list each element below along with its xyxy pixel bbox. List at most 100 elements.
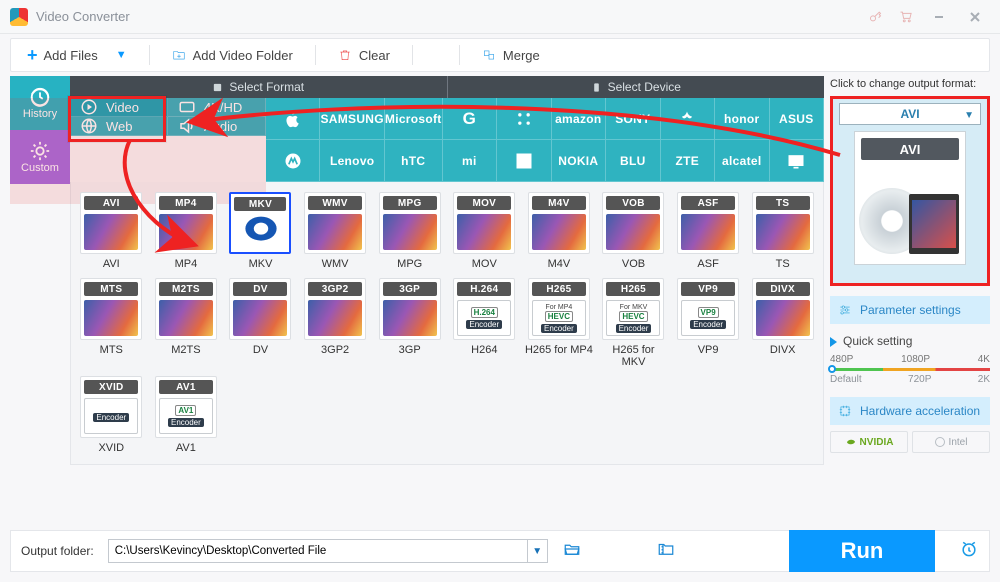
format-label: VOB xyxy=(622,258,645,270)
format-label: M2TS xyxy=(171,344,200,356)
brand-lenovo[interactable]: Lenovo xyxy=(320,140,384,182)
hardware-accel-label: Hardware acceleration xyxy=(860,404,980,418)
format-m2ts[interactable]: M2TSM2TS xyxy=(150,276,223,370)
key-icon[interactable] xyxy=(862,4,888,30)
format-label: MP4 xyxy=(175,258,198,270)
format-vp9[interactable]: VP9VP9EncoderVP9 xyxy=(672,276,745,370)
tab-format-label: Select Format xyxy=(229,80,304,94)
brand-alcatel[interactable]: alcatel xyxy=(715,140,769,182)
format-asf[interactable]: ASFASF xyxy=(672,190,745,272)
format-mpg[interactable]: MPGMPG xyxy=(373,190,446,272)
output-folder-field[interactable]: ▼ xyxy=(108,539,548,563)
format-label: MTS xyxy=(100,344,123,356)
run-label: Run xyxy=(841,538,884,564)
brand-samsung[interactable]: SAMSUNG xyxy=(320,98,384,140)
output-folder-label: Output folder: xyxy=(21,544,94,558)
add-folder-label: Add Video Folder xyxy=(193,48,293,63)
category-audio[interactable]: Audio xyxy=(168,117,266,136)
add-folder-button[interactable]: Add Video Folder xyxy=(156,39,309,71)
history-label: History xyxy=(23,108,57,120)
format-vob[interactable]: VOBVOB xyxy=(597,190,670,272)
brand-apple[interactable] xyxy=(266,98,320,140)
qs-tick: 1080P xyxy=(901,354,930,365)
intel-label: Intel xyxy=(949,437,968,448)
run-button[interactable]: Run xyxy=(789,530,935,572)
tab-select-device[interactable]: Select Device xyxy=(448,76,825,98)
add-files-button[interactable]: +Add Files ▼ xyxy=(11,39,143,71)
brand-zte[interactable]: ZTE xyxy=(661,140,715,182)
tab-select-format[interactable]: Select Format xyxy=(70,76,448,98)
format-mkv[interactable]: MKVMATROSKAMKV xyxy=(224,190,297,272)
cart-icon[interactable] xyxy=(892,4,918,30)
format-mp4[interactable]: MP4MP4 xyxy=(150,190,223,272)
format-label: MKV xyxy=(249,258,273,270)
format-label: VP9 xyxy=(698,344,719,356)
format-divx[interactable]: DIVXDIVX xyxy=(746,276,819,370)
custom-button[interactable]: Custom xyxy=(10,130,70,184)
format-3gp2[interactable]: 3GP23GP2 xyxy=(299,276,372,370)
brand-asus[interactable]: ASUS xyxy=(770,98,824,140)
main-toolbar: +Add Files ▼ Add Video Folder Clear Merg… xyxy=(10,38,990,72)
format-3gp[interactable]: 3GP3GP xyxy=(373,276,446,370)
slider-handle[interactable] xyxy=(828,365,836,373)
format-wmv[interactable]: WMVWMV xyxy=(299,190,372,272)
format-mts[interactable]: MTSMTS xyxy=(75,276,148,370)
brand-huawei[interactable] xyxy=(661,98,715,140)
brand-moto[interactable] xyxy=(266,140,320,182)
qs-tick: 480P xyxy=(830,354,853,365)
format-h264[interactable]: H.264H.264EncoderH264 xyxy=(448,276,521,370)
category-4k-hd[interactable]: 4K/HD xyxy=(168,98,266,117)
brand-microsoft[interactable]: Microsoft xyxy=(385,98,443,140)
nvidia-chip[interactable]: NVIDIA xyxy=(830,431,908,453)
quick-setting-label: Quick setting xyxy=(830,334,990,348)
format-label: MPG xyxy=(397,258,422,270)
divider xyxy=(412,45,413,65)
format-h265-for-mkv[interactable]: H265For MKVHEVCEncoderH265 for MKV xyxy=(597,276,670,370)
parameter-settings-label: Parameter settings xyxy=(860,303,961,317)
play-icon xyxy=(830,337,837,347)
output-folder-input[interactable] xyxy=(109,545,527,557)
add-files-dropdown-icon[interactable]: ▼ xyxy=(116,49,127,61)
output-folder-dropdown-icon[interactable]: ▼ xyxy=(527,540,547,562)
category-video[interactable]: Video xyxy=(70,98,168,117)
clear-button[interactable]: Clear xyxy=(322,39,406,71)
brand-sony[interactable]: SONY xyxy=(606,98,660,140)
footer-bar: Output folder: ▼ Run xyxy=(10,530,990,572)
format-label: DIVX xyxy=(770,344,796,356)
brand-honor[interactable]: honor xyxy=(715,98,769,140)
format-ts[interactable]: TSTS xyxy=(746,190,819,272)
brand-htc[interactable]: hTC xyxy=(385,140,443,182)
brand-dots[interactable] xyxy=(497,98,551,140)
qs-tick: 4K xyxy=(978,354,990,365)
open-folder-icon[interactable] xyxy=(562,540,582,563)
output-format-dropdown[interactable]: AVI ▼ xyxy=(839,103,981,125)
merge-button[interactable]: Merge xyxy=(466,39,556,71)
intel-chip[interactable]: Intel xyxy=(912,431,990,453)
output-format-box[interactable]: AVI ▼ AVI xyxy=(830,96,990,286)
minimize-button[interactable] xyxy=(924,6,954,28)
format-mov[interactable]: MOVMOV xyxy=(448,190,521,272)
schedule-button[interactable] xyxy=(959,539,979,564)
format-m4v[interactable]: M4VM4V xyxy=(523,190,596,272)
brand-amazon[interactable]: amazon xyxy=(552,98,606,140)
brand-mi[interactable]: mi xyxy=(443,140,497,182)
category-web[interactable]: Web xyxy=(70,117,168,136)
format-xvid[interactable]: XVIDEncoderXVID xyxy=(75,374,148,456)
history-button[interactable]: History xyxy=(10,76,70,130)
brand-tv[interactable] xyxy=(770,140,824,182)
format-label: H265 for MP4 xyxy=(525,344,593,356)
parameter-settings-button[interactable]: Parameter settings xyxy=(830,296,990,324)
format-avi[interactable]: AVIAVI xyxy=(75,190,148,272)
qs-tick: 2K xyxy=(978,374,990,385)
quick-setting-slider[interactable]: 480P 1080P 4K Default 720P 2K xyxy=(830,354,990,385)
hardware-accel-button[interactable]: Hardware acceleration xyxy=(830,397,990,425)
brand-nokia[interactable]: NOKIA xyxy=(552,140,606,182)
close-button[interactable] xyxy=(960,6,990,28)
format-dv[interactable]: DVDV xyxy=(224,276,297,370)
brand-g[interactable]: G xyxy=(443,98,497,140)
format-h265-for-mp4[interactable]: H265For MP4HEVCEncoderH265 for MP4 xyxy=(523,276,596,370)
brand-blu[interactable]: BLU xyxy=(606,140,660,182)
open-output-icon[interactable] xyxy=(656,540,676,563)
brand-oneplus[interactable] xyxy=(497,140,551,182)
format-av1[interactable]: AV1AV1EncoderAV1 xyxy=(150,374,223,456)
